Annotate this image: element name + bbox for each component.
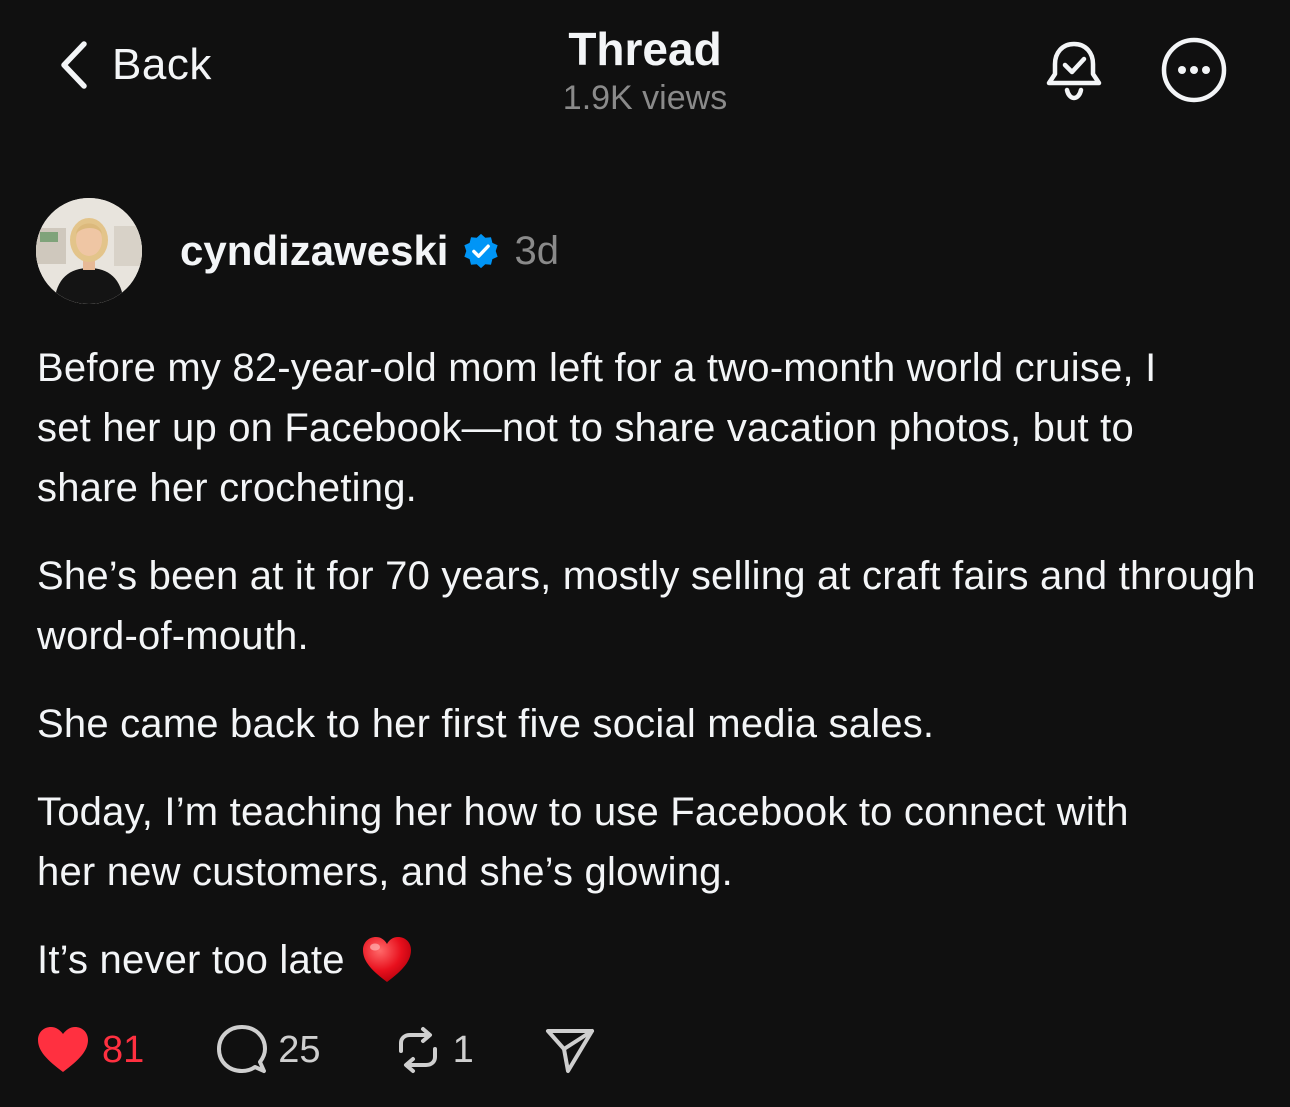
like-button[interactable]: 81 <box>36 1025 144 1075</box>
post-paragraph: Today, I’m teaching her how to use Faceb… <box>37 790 1129 894</box>
avatar-photo <box>36 198 142 304</box>
author-username[interactable]: cyndizaweski <box>180 227 448 275</box>
post-actions: 81 25 1 <box>36 1022 596 1078</box>
post-author-row: cyndizaweski 3d <box>36 198 559 304</box>
reply-count: 25 <box>278 1028 321 1071</box>
top-bar: Back Thread 1.9K views <box>0 0 1290 140</box>
repost-count: 1 <box>452 1028 474 1071</box>
notify-button[interactable] <box>1040 36 1108 104</box>
post-paragraph: Before my 82-year-old mom left for a two… <box>37 346 1157 510</box>
post-paragraph: She came back to her first five social m… <box>37 702 935 746</box>
post-paragraph: She’s been at it for 70 years, mostly se… <box>37 554 1256 658</box>
repost-icon <box>398 1027 437 1073</box>
send-icon <box>545 1029 594 1073</box>
share-button[interactable] <box>544 1025 596 1075</box>
reply-button[interactable]: 25 <box>216 1024 321 1076</box>
post-body: Before my 82-year-old mom left for a two… <box>37 338 1267 1018</box>
verified-badge-icon <box>464 233 499 269</box>
more-circle-icon <box>1161 37 1227 103</box>
heart-icon <box>38 1027 88 1072</box>
like-count: 81 <box>102 1028 145 1071</box>
more-button[interactable] <box>1160 36 1228 104</box>
bell-check-icon <box>1046 41 1102 101</box>
post-closing-line: It’s never too late <box>37 930 1267 990</box>
comment-bubble-icon <box>217 1025 268 1073</box>
avatar[interactable] <box>36 198 142 304</box>
red-heart-icon <box>362 937 411 982</box>
repost-button[interactable]: 1 <box>393 1025 474 1075</box>
post-timestamp: 3d <box>514 228 559 273</box>
post-closing-text: It’s never too late <box>37 938 345 982</box>
